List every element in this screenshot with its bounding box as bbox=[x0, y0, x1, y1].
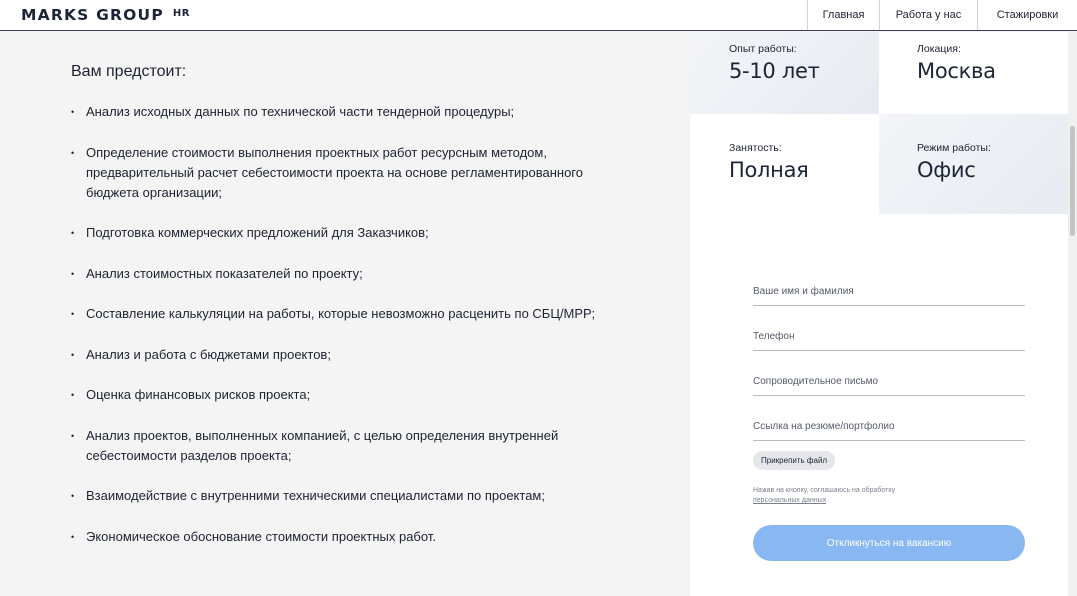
logo[interactable]: MARKS GROUP HR bbox=[0, 0, 807, 30]
list-item: Подготовка коммерческих предложений для … bbox=[71, 223, 631, 243]
list-item: Анализ проектов, выполненных компанией, … bbox=[71, 426, 631, 466]
personal-data-link[interactable]: персональных данных bbox=[753, 497, 826, 504]
scrollbar-thumb[interactable] bbox=[1070, 126, 1075, 236]
location-tile: Локация: Москва bbox=[879, 32, 1068, 123]
consent-note: Нажав на кнопку, соглашаюсь на обработку… bbox=[753, 486, 1013, 506]
work-mode-value: Офис bbox=[917, 158, 976, 182]
cover-letter-input[interactable] bbox=[753, 368, 1025, 395]
vacancy-info: Опыт работы: 5-10 лет Локация: Москва За… bbox=[690, 32, 1068, 214]
phone-input[interactable] bbox=[753, 323, 1025, 350]
submit-application-button[interactable]: Откликнуться на вакансию bbox=[753, 525, 1025, 561]
cover-letter-field bbox=[753, 368, 1025, 396]
portfolio-link-field bbox=[753, 413, 1025, 441]
scrollbar[interactable] bbox=[1068, 32, 1077, 596]
nav-internships[interactable]: Стажировки bbox=[977, 0, 1077, 30]
nav-work-with-us[interactable]: Работа у нас bbox=[879, 0, 977, 30]
main-nav: Главная Работа у нас Стажировки bbox=[807, 0, 1077, 30]
logo-subtext: HR bbox=[172, 7, 190, 19]
list-item: Оценка финансовых рисков проекта; bbox=[71, 385, 631, 405]
duties-list: Анализ исходных данных по технической ча… bbox=[71, 102, 631, 567]
list-item: Экономическое обоснование стоимости прое… bbox=[71, 527, 631, 547]
experience-label: Опыт работы: bbox=[729, 43, 797, 55]
employment-label: Занятость: bbox=[729, 142, 782, 154]
portfolio-link-input[interactable] bbox=[753, 413, 1025, 440]
section-title: Вам предстоит: bbox=[71, 63, 187, 80]
site-header: MARKS GROUP HR Главная Работа у нас Стаж… bbox=[0, 0, 1077, 31]
employment-tile: Занятость: Полная bbox=[690, 114, 879, 214]
list-item: Определение стоимости выполнения проектн… bbox=[71, 143, 631, 203]
list-item: Анализ стоимостных показателей по проект… bbox=[71, 264, 631, 284]
location-value: Москва bbox=[917, 59, 996, 83]
consent-text: Нажав на кнопку, соглашаюсь на обработку bbox=[753, 487, 896, 494]
nav-home[interactable]: Главная bbox=[807, 0, 879, 30]
job-description: Вам предстоит: Анализ исходных данных по… bbox=[0, 32, 690, 596]
experience-value: 5-10 лет bbox=[729, 59, 820, 83]
attach-file-button[interactable]: Прикрепить файл bbox=[753, 451, 836, 470]
name-field bbox=[753, 278, 1025, 306]
phone-field bbox=[753, 323, 1025, 351]
location-label: Локация: bbox=[917, 43, 961, 55]
work-mode-tile: Режим работы: Офис bbox=[879, 114, 1068, 214]
list-item: Взаимодействие с внутренними техническим… bbox=[71, 486, 631, 506]
employment-value: Полная bbox=[729, 158, 809, 182]
list-item: Анализ и работа с бюджетами проектов; bbox=[71, 345, 631, 365]
experience-tile: Опыт работы: 5-10 лет bbox=[690, 32, 879, 123]
list-item: Анализ исходных данных по технической ча… bbox=[71, 102, 631, 122]
application-form: Прикрепить файл Нажав на кнопку, соглаша… bbox=[690, 214, 1068, 596]
work-mode-label: Режим работы: bbox=[917, 142, 991, 154]
list-item: Составление калькуляции на работы, котор… bbox=[71, 304, 631, 324]
logo-text: MARKS GROUP bbox=[21, 6, 164, 24]
name-input[interactable] bbox=[753, 278, 1025, 305]
